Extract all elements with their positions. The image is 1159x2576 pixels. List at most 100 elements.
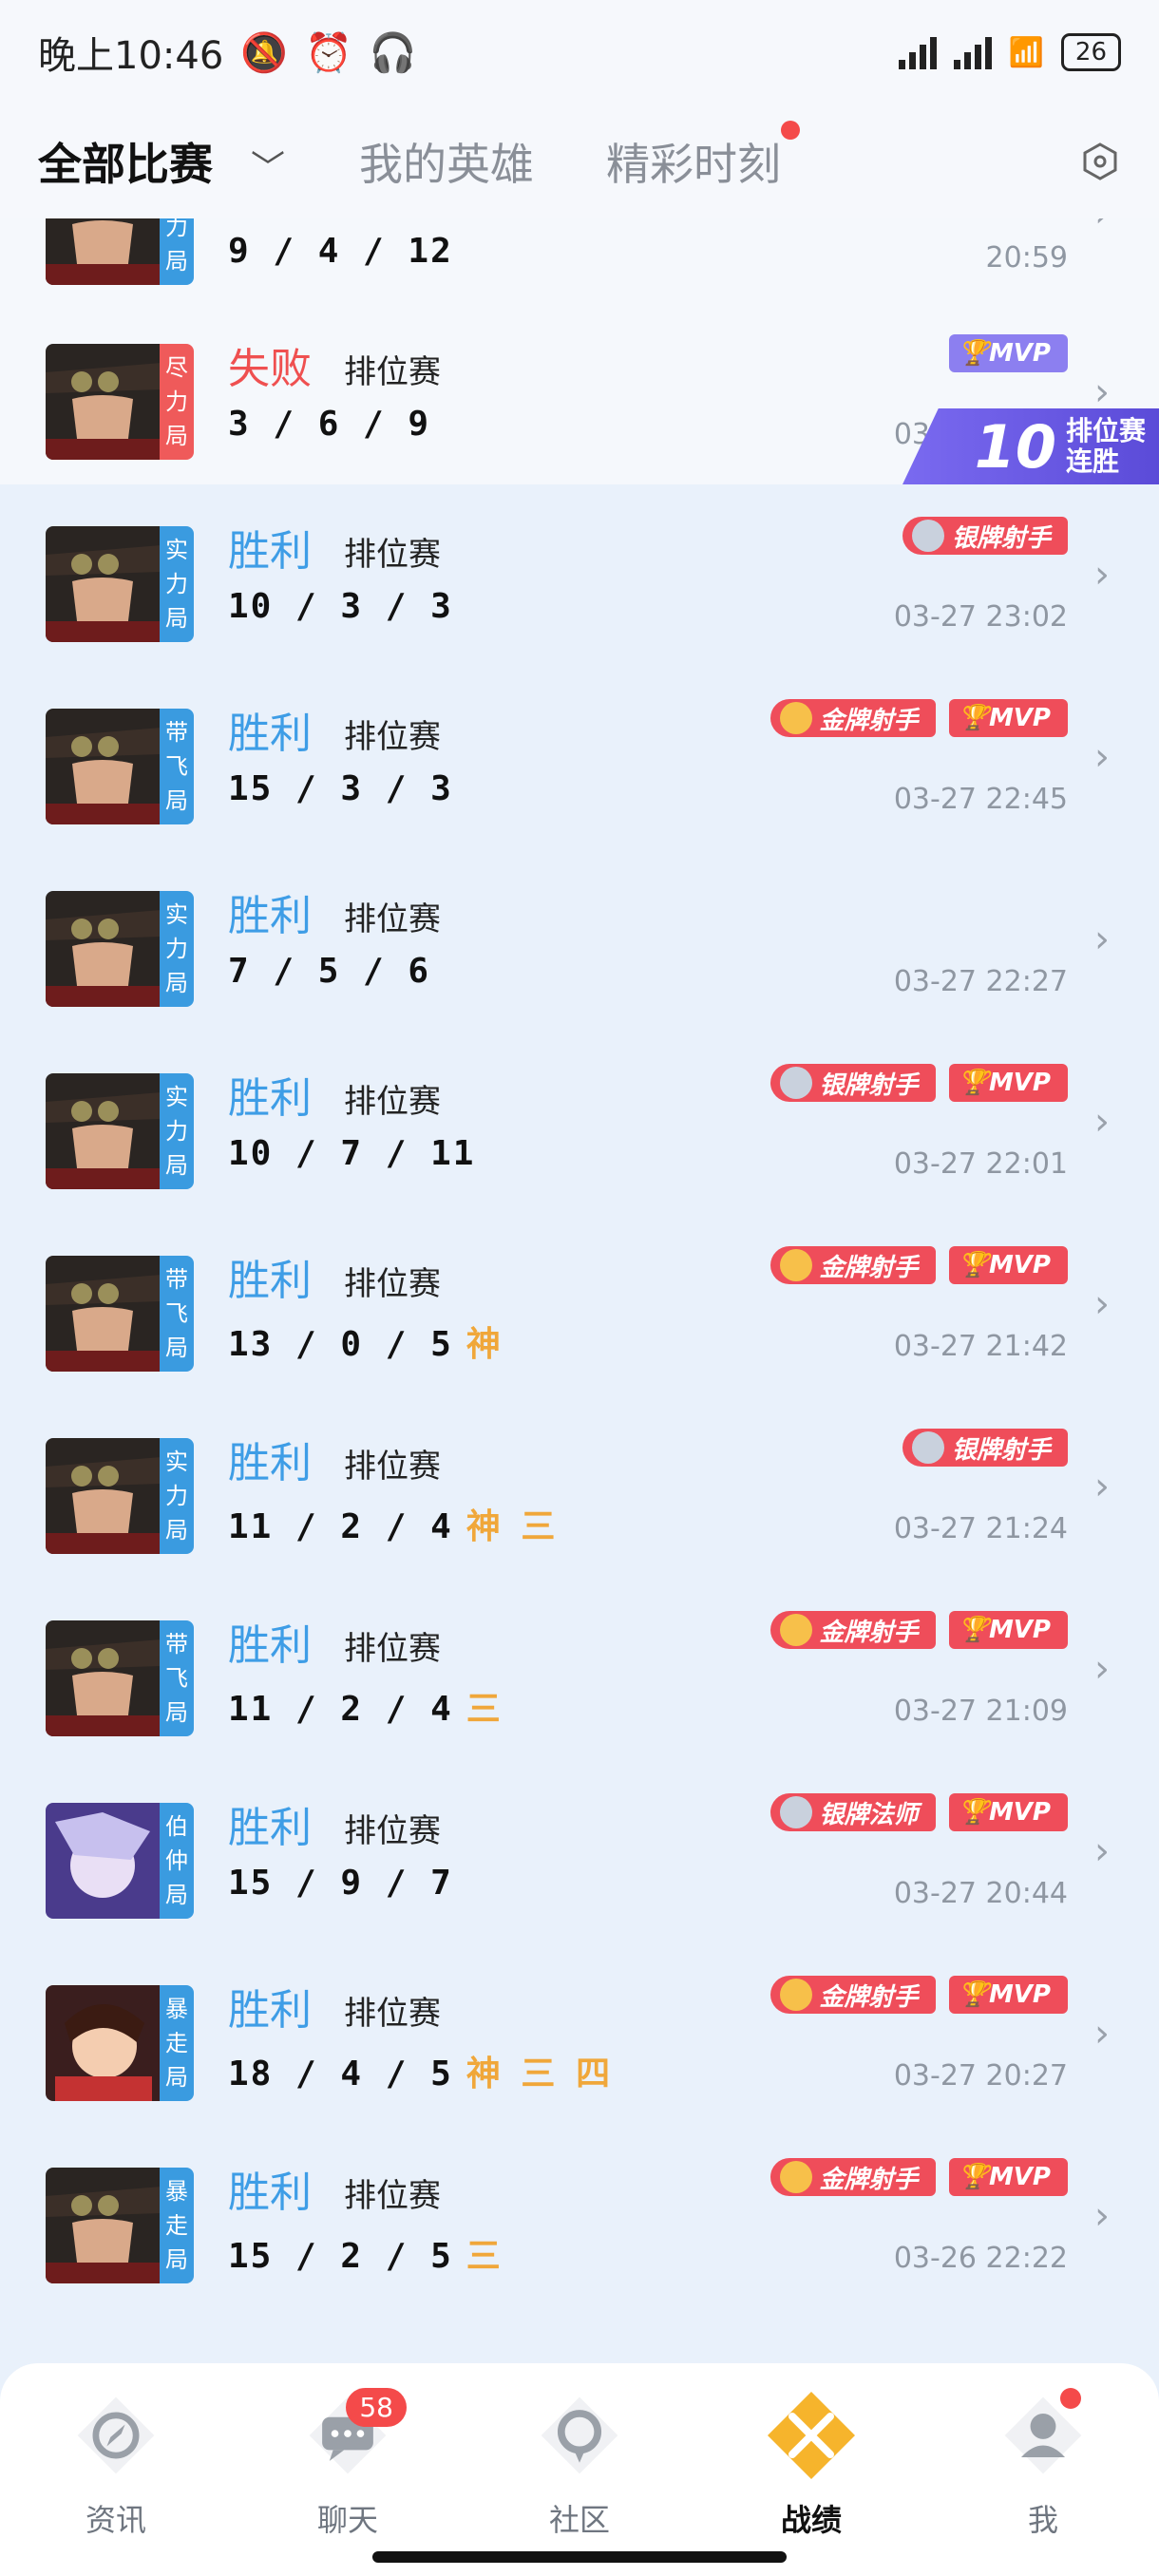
unread-count-badge: 58 (346, 2388, 407, 2427)
match-rating-char: 局 (165, 787, 188, 814)
stats-icon (764, 2388, 859, 2483)
match-rating-char: 走 (165, 2030, 188, 2056)
trophy-icon: 🏆 (958, 1980, 989, 2009)
match-rating-char: 伯 (165, 1813, 188, 1840)
mvp-badge-label: MVP (988, 1616, 1051, 1644)
medal-badge-label: 金牌射手 (819, 1982, 919, 2012)
match-result: 胜利 (228, 2169, 312, 2217)
settings-icon[interactable] (1079, 141, 1121, 182)
match-rating-char: 局 (165, 423, 188, 449)
nav-label: 社区 (548, 2502, 610, 2538)
chevron-right-icon[interactable]: › (1094, 370, 1110, 414)
match-rating-char: 实 (165, 901, 188, 928)
match-mode: 排位赛 (344, 1083, 441, 1121)
match-time: 03-27 20:27 (893, 2059, 1068, 2093)
chevron-right-icon[interactable]: › (1094, 918, 1110, 961)
badge-group: 金牌射手 🏆 MVP (770, 1976, 1068, 2014)
chevron-down-icon[interactable]: ﹀ (251, 141, 285, 190)
match-time: 03-27 23:02 (893, 600, 1068, 634)
medal-badge-label: 银牌射手 (951, 1435, 1051, 1465)
silver-medal-badge: 银牌射手 (902, 517, 1068, 555)
match-row[interactable]: 带飞局胜利 排位赛 11 / 2 / 4 三金牌射手 🏆 MVP 03-27 21:09 › (0, 1579, 1159, 1761)
match-mode: 排位赛 (344, 1995, 441, 2033)
match-rating-tag: 尽力局 (160, 344, 194, 460)
mvp-badge-label: MVP (988, 1980, 1051, 2009)
match-rating-char: 暴 (165, 1996, 188, 2022)
match-time: 03-27 22:27 (893, 965, 1068, 998)
nav-label: 聊天 (316, 2502, 378, 2538)
hero-portrait (46, 1438, 162, 1554)
chevron-right-icon[interactable]: › (1094, 1829, 1110, 1873)
kda-stats: 18 / 4 / 5神 三 四 (228, 2055, 611, 2093)
hero-portrait (46, 1256, 162, 1372)
match-row[interactable]: 带飞局胜利 排位赛 13 / 0 / 5 神金牌射手 🏆 MVP 03-27 21:42 › (0, 1214, 1159, 1396)
match-rating-char: 实 (165, 537, 188, 563)
tab-all-matches[interactable]: 全部比赛 (38, 130, 213, 193)
match-result: 胜利 (228, 1439, 312, 1487)
match-list: 实力局胜利排位赛 双排9 / 4 / 12银牌射手🏆MVP20:59›尽力局失败… (0, 169, 1159, 2308)
match-rating-char: 力 (165, 1483, 188, 1509)
match-row[interactable]: 实力局胜利 排位赛 11 / 2 / 4神 三银牌射手 03-27 21:24 › (0, 1396, 1159, 1579)
hero-avatar: 暴走局 (46, 2168, 194, 2283)
nav-label: 战绩 (780, 2502, 842, 2538)
tab-my-heroes[interactable]: 我的英雄 (359, 130, 534, 193)
hero-portrait (46, 344, 162, 460)
chevron-right-icon[interactable]: › (1094, 1100, 1110, 1144)
kda-stats: 3 / 6 / 9 (228, 405, 431, 444)
nav-item-stats[interactable]: 战绩 (735, 2388, 887, 2576)
chevron-right-icon[interactable]: › (1094, 1282, 1110, 1326)
match-rating-tag: 带飞局 (160, 1256, 194, 1372)
match-row[interactable]: 实力局胜利 排位赛 10 / 3 / 3 银牌射手 03-27 23:02 › (0, 484, 1159, 667)
match-rating-char: 暴 (165, 2178, 188, 2205)
chevron-right-icon[interactable]: › (1094, 1465, 1110, 1508)
kda-stats: 11 / 2 / 4神 三 (228, 1507, 556, 1546)
trophy-icon: 🏆 (958, 1251, 989, 1279)
match-row[interactable]: 带飞局胜利 排位赛 15 / 3 / 3 金牌射手 🏆 MVP 03-27 22:45 › (0, 667, 1159, 849)
tab-highlights[interactable]: 精彩时刻 (606, 121, 801, 193)
match-row[interactable]: 伯仲局胜利 排位赛 15 / 9 / 7 银牌法师 🏆 MVP 03-27 20:44 › (0, 1761, 1159, 1943)
match-rating-char: 带 (165, 719, 188, 746)
badge-group: 🏆 MVP (948, 334, 1068, 372)
match-mode: 排位赛 (344, 718, 441, 756)
match-row[interactable]: 实力局胜利 排位赛 10 / 7 / 11 银牌射手 🏆 MVP 03-27 22:01 › (0, 1032, 1159, 1214)
chevron-right-icon[interactable]: › (1094, 553, 1110, 597)
match-row[interactable]: 尽力局失败排位赛3 / 6 / 9🏆MVP03-27 23:19›10排位赛连胜 (0, 302, 1159, 484)
mvp-badge: 🏆MVP (948, 699, 1068, 737)
mvp-badge: 🏆MVP (948, 1793, 1068, 1831)
chevron-right-icon[interactable]: › (1094, 1647, 1110, 1691)
home-indicator (372, 2551, 787, 2563)
battery-icon: 26 (1060, 33, 1121, 71)
match-rating-char: 局 (165, 1335, 188, 1361)
gold-medal-badge: 金牌射手 (770, 1246, 936, 1284)
match-rating-char: 局 (165, 2246, 188, 2273)
match-result: 失败 (228, 345, 312, 393)
match-mode: 排位赛 (344, 1812, 441, 1850)
match-rating-char: 仲 (165, 1847, 188, 1874)
nav-item-chat[interactable]: 聊天 58 (272, 2388, 424, 2576)
hero-portrait (46, 2168, 162, 2283)
badge-group: 银牌法师 🏆 MVP (770, 1793, 1068, 1831)
nav-item-news[interactable]: 资讯 (40, 2388, 192, 2576)
signal-icon (898, 35, 937, 69)
achievement-marks: 三 (466, 1690, 501, 1729)
badge-group: 金牌射手 🏆 MVP (770, 2158, 1068, 2196)
status-bar: 晚上10:46 🔕 ⏰ 🎧 📶 26 (0, 0, 1159, 104)
match-row[interactable]: 实力局胜利 排位赛 7 / 5 / 6 03-27 22:27 › (0, 849, 1159, 1032)
medal-badge-label: 银牌法师 (819, 1800, 919, 1829)
nav-item-me[interactable]: 我 (967, 2388, 1119, 2576)
match-row[interactable]: 暴走局胜利 排位赛 15 / 2 / 5 三金牌射手 🏆 MVP 03-26 22:22 › (0, 2126, 1159, 2308)
nav-label: 我 (1027, 2502, 1058, 2538)
trophy-icon: 🏆 (958, 339, 989, 368)
match-row[interactable]: 暴走局胜利 排位赛 18 / 4 / 5神 三 四金牌射手 🏆 MVP 03-27 20:… (0, 1943, 1159, 2126)
chevron-right-icon[interactable]: › (1094, 2194, 1110, 2238)
chevron-right-icon[interactable]: › (1094, 735, 1110, 779)
nav-item-community[interactable]: 社区 (504, 2388, 656, 2576)
match-rating-char: 力 (165, 936, 188, 962)
wifi-icon: 📶 (1008, 35, 1044, 69)
trophy-icon: 🏆 (958, 1616, 989, 1644)
chevron-right-icon[interactable]: › (1094, 2012, 1110, 2055)
match-mode: 排位赛 (344, 536, 441, 574)
achievement-marks: 神 (466, 1325, 501, 1364)
medal-badge-label: 金牌射手 (819, 1618, 919, 1647)
medal-badge-label: 金牌射手 (819, 706, 919, 735)
